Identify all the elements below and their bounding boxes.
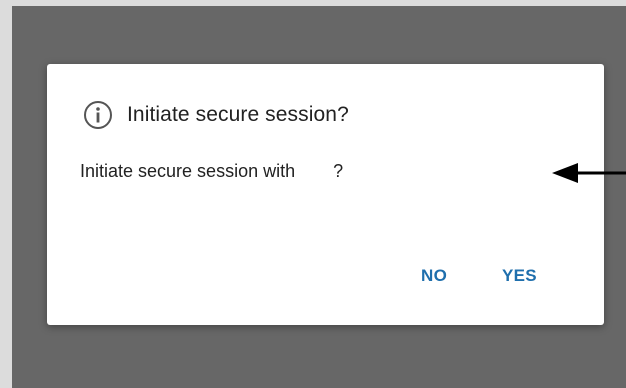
no-button[interactable]: NO bbox=[421, 266, 447, 286]
info-icon bbox=[84, 101, 112, 129]
dialog-message: Initiate secure session with? bbox=[80, 161, 343, 182]
confirm-dialog: Initiate secure session? Initiate secure… bbox=[47, 64, 604, 325]
arrow-left-icon bbox=[552, 163, 626, 183]
dialog-title: Initiate secure session? bbox=[127, 103, 349, 126]
message-text: Initiate secure session with bbox=[80, 161, 296, 181]
message-question-mark: ? bbox=[333, 161, 344, 181]
yes-button[interactable]: YES bbox=[502, 266, 537, 286]
dialog-header: Initiate secure session? bbox=[83, 100, 349, 130]
